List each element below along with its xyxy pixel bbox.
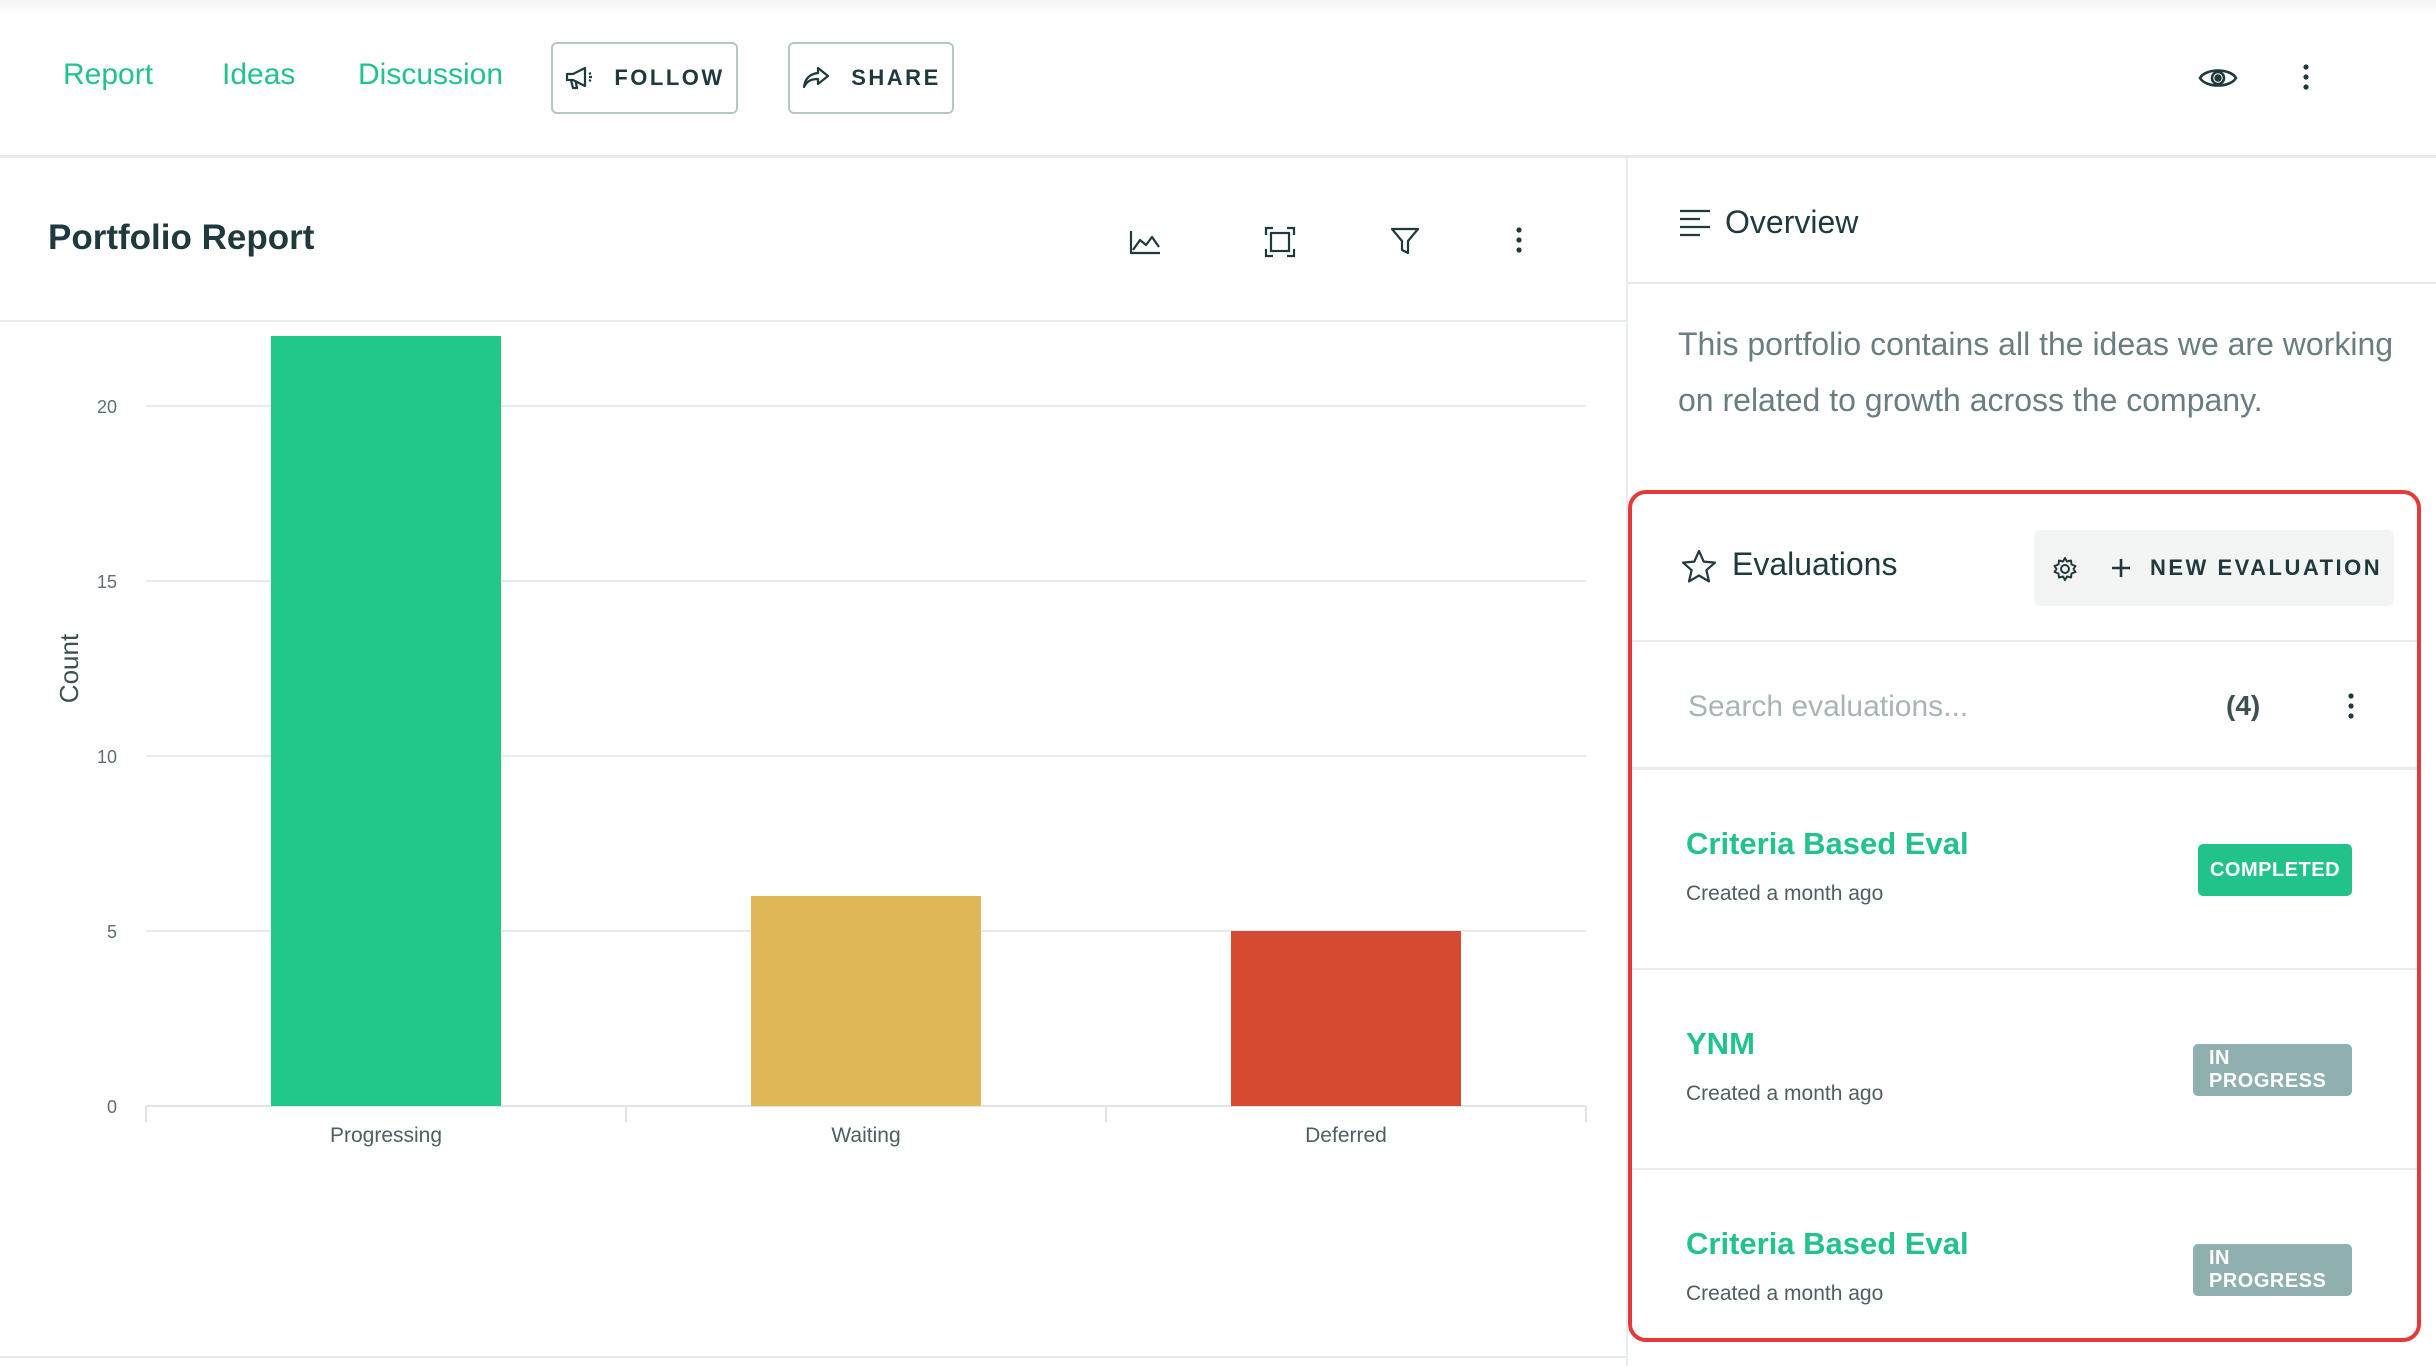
text-align-icon: [1680, 209, 1710, 237]
gear-icon[interactable]: [2052, 556, 2078, 582]
y-tick-label: 5: [107, 922, 117, 942]
top-navigation-bar: Report Ideas Discussion FOLLOW SHARE: [0, 0, 2436, 158]
more-vertical-icon[interactable]: [1513, 226, 1525, 254]
bar-progressing: [271, 336, 501, 1106]
bar-chart: 0510152025ProgressingWaitingDeferredCoun…: [54, 336, 1587, 1147]
nav-link-report[interactable]: Report: [63, 58, 153, 92]
evaluations-card: Evaluations NEW EVALUATION (4) Criteria …: [1628, 490, 2421, 1342]
evaluation-name[interactable]: YNM: [1686, 1026, 1755, 1062]
evaluation-row[interactable]: Criteria Based Eval Created a month ago …: [1632, 1170, 2417, 1338]
evaluation-row[interactable]: YNM Created a month ago IN PROGRESS: [1632, 970, 2417, 1170]
y-tick-label: 20: [97, 397, 117, 417]
report-panel: Portfolio Report 0510152025ProgressingWa…: [0, 158, 1628, 1366]
evaluation-created: Created a month ago: [1686, 882, 1884, 905]
follow-button[interactable]: FOLLOW: [551, 42, 738, 114]
y-tick-label: 10: [97, 747, 117, 767]
status-badge: IN PROGRESS: [2193, 1044, 2352, 1096]
megaphone-icon: [566, 66, 593, 90]
new-evaluation-button[interactable]: NEW EVALUATION: [2110, 530, 2382, 606]
share-arrow-icon: [803, 66, 830, 89]
overview-title: Overview: [1725, 204, 1859, 240]
plus-icon: [2112, 559, 2130, 577]
nav-link-discussion[interactable]: Discussion: [358, 58, 503, 92]
star-icon: [1681, 549, 1717, 583]
evaluations-header: Evaluations NEW EVALUATION: [1632, 494, 2417, 642]
y-tick-label: 0: [107, 1097, 117, 1117]
evaluation-created: Created a month ago: [1686, 1082, 1884, 1105]
evaluation-row[interactable]: Criteria Based Eval Created a month ago …: [1632, 770, 2417, 970]
fullscreen-icon[interactable]: [1264, 226, 1296, 258]
y-axis-title: Count: [54, 633, 84, 703]
share-button-label: SHARE: [851, 65, 941, 90]
filter-icon[interactable]: [1390, 226, 1420, 256]
overview-header: Overview: [1628, 158, 2436, 284]
eye-icon[interactable]: [2198, 64, 2238, 92]
y-tick-label: 15: [97, 572, 117, 592]
bar-waiting: [751, 896, 981, 1106]
evaluations-search-row: (4): [1632, 642, 2417, 770]
search-evaluations-input[interactable]: [1686, 678, 2130, 736]
evaluations-actions: NEW EVALUATION: [2034, 530, 2394, 606]
x-tick-label: Deferred: [1305, 1124, 1387, 1147]
evaluations-title: Evaluations: [1732, 546, 1898, 582]
report-header: Portfolio Report: [0, 158, 1626, 322]
nav-link-ideas[interactable]: Ideas: [222, 58, 295, 92]
status-badge: COMPLETED: [2198, 844, 2352, 896]
new-evaluation-label: NEW EVALUATION: [2150, 555, 2383, 580]
share-button[interactable]: SHARE: [788, 42, 954, 114]
evaluation-created: Created a month ago: [1686, 1282, 1884, 1305]
more-vertical-icon[interactable]: [2300, 62, 2312, 92]
overview-description: This portfolio contains all the ideas we…: [1678, 326, 2394, 418]
divider: [0, 1356, 1626, 1358]
evaluations-count: (4): [2226, 690, 2261, 721]
report-title: Portfolio Report: [48, 218, 315, 257]
more-vertical-icon[interactable]: [2345, 692, 2357, 720]
bar-deferred: [1231, 931, 1461, 1106]
evaluation-name[interactable]: Criteria Based Eval: [1686, 826, 1969, 862]
status-badge: IN PROGRESS: [2193, 1244, 2352, 1296]
x-tick-label: Progressing: [330, 1124, 442, 1147]
follow-button-label: FOLLOW: [614, 65, 725, 90]
evaluation-name[interactable]: Criteria Based Eval: [1686, 1226, 1969, 1262]
chart-icon[interactable]: [1128, 228, 1162, 256]
x-tick-label: Waiting: [831, 1124, 900, 1147]
